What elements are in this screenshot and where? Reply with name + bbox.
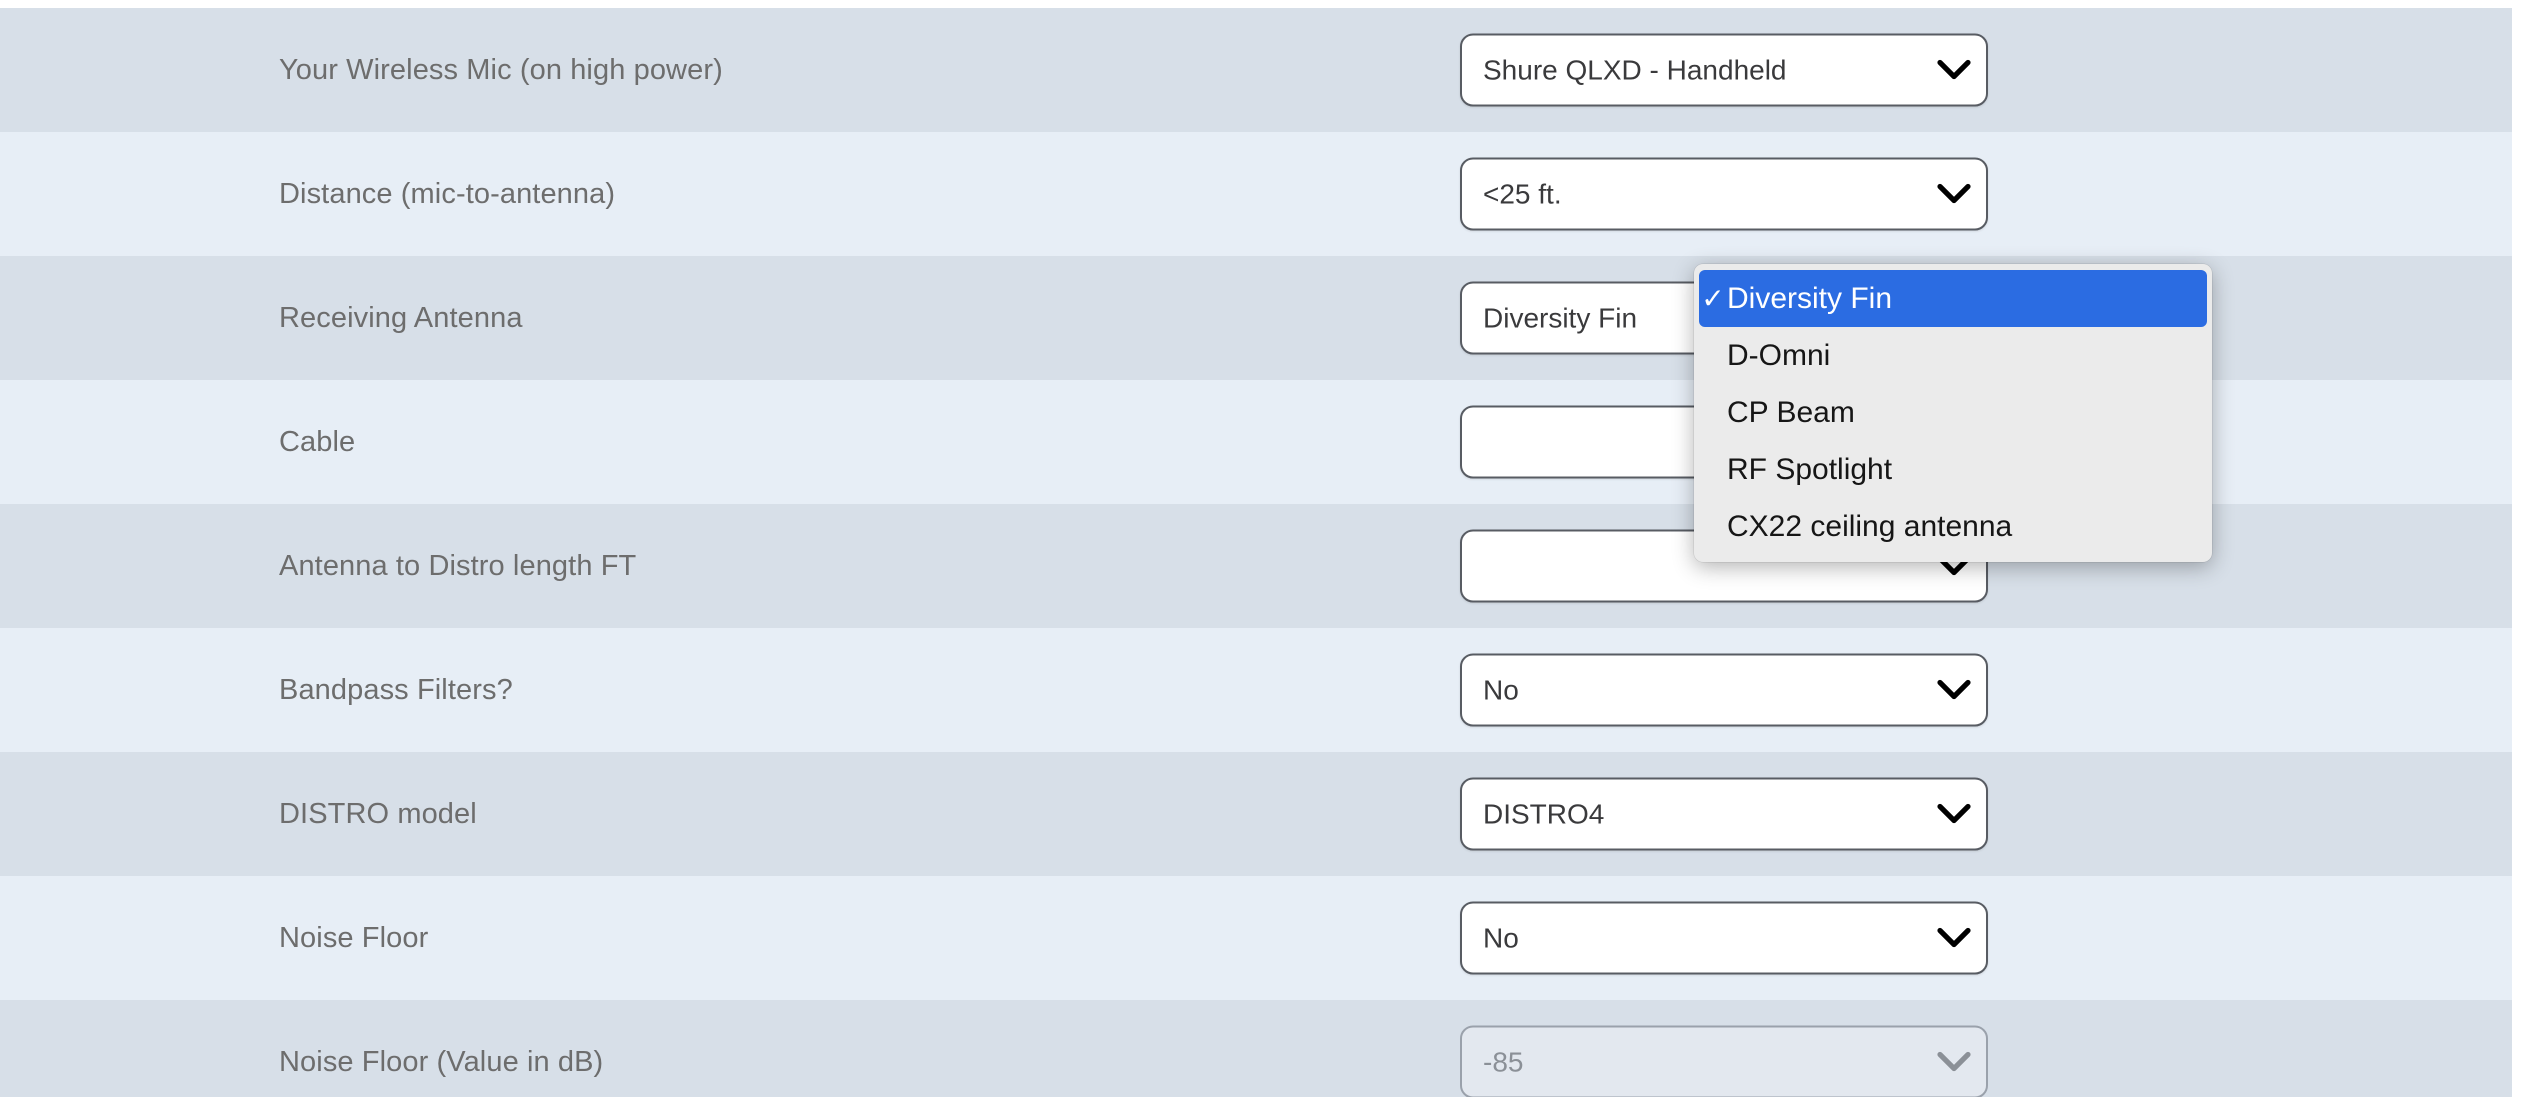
select-distro-model[interactable]: DISTRO4 (1460, 777, 1988, 851)
row-label-bandpass-filters: Bandpass Filters? (279, 673, 513, 706)
select-value-bandpass-filters: No (1483, 674, 1519, 705)
row-control-bandpass-filters: No (1460, 628, 2512, 752)
select-value-wireless-mic: Shure QLXD - Handheld (1483, 54, 1787, 85)
chevron-down-icon (1928, 656, 1986, 725)
row-control-wireless-mic: Shure QLXD - Handheld (1460, 8, 2512, 132)
wireless-calculator-form-page: Your Wireless Mic (on high power) Shure Q… (0, 0, 2548, 1097)
chevron-down-icon (1928, 36, 1986, 105)
row-label-antenna-to-distro-length: Antenna to Distro length FT (279, 549, 637, 582)
chevron-down-icon (1928, 160, 1986, 229)
chevron-down-icon (1928, 1028, 1986, 1097)
row-control-distance-mic-to-antenna: <25 ft. (1460, 132, 2512, 256)
form-row-distro-model: DISTRO model DISTRO4 (0, 752, 2512, 876)
row-label-cable: Cable (279, 425, 356, 458)
select-noise-floor[interactable]: No (1460, 901, 1988, 975)
dropdown-item-label: CP Beam (1727, 395, 1855, 429)
select-distance-mic-to-antenna[interactable]: <25 ft. (1460, 157, 1988, 231)
chevron-down-icon (1928, 904, 1986, 973)
row-control-noise-floor-db: -85 (1460, 1000, 2512, 1097)
select-value-noise-floor-db: -85 (1483, 1046, 1524, 1077)
select-value-distance-mic-to-antenna: <25 ft. (1483, 178, 1562, 209)
form-row-bandpass-filters: Bandpass Filters? No (0, 628, 2512, 752)
dropdown-item[interactable]: ✓CX22 ceiling antenna (1694, 498, 2212, 555)
dropdown-item-label: CX22 ceiling antenna (1727, 509, 2013, 543)
receiving-antenna-dropdown-menu[interactable]: ✓Diversity Fin✓D-Omni✓CP Beam✓RF Spotlig… (1694, 264, 2212, 562)
row-control-noise-floor: No (1460, 876, 2512, 1000)
check-icon: ✓ (1701, 282, 1725, 314)
row-label-receiving-antenna: Receiving Antenna (279, 301, 523, 334)
select-value-noise-floor: No (1483, 922, 1519, 953)
form-row-noise-floor-db: Noise Floor (Value in dB) -85 (0, 1000, 2512, 1097)
chevron-down-icon (1928, 780, 1986, 849)
form-row-distance-mic-to-antenna: Distance (mic-to-antenna) <25 ft. (0, 132, 2512, 256)
row-label-distro-model: DISTRO model (279, 797, 477, 830)
form-row-wireless-mic: Your Wireless Mic (on high power) Shure Q… (0, 8, 2512, 132)
dropdown-item-label: D-Omni (1727, 338, 1831, 372)
row-label-wireless-mic: Your Wireless Mic (on high power) (279, 53, 723, 86)
form-row-noise-floor: Noise Floor No (0, 876, 2512, 1000)
select-bandpass-filters[interactable]: No (1460, 653, 1988, 727)
dropdown-item[interactable]: ✓CP Beam (1694, 384, 2212, 441)
row-label-distance-mic-to-antenna: Distance (mic-to-antenna) (279, 177, 616, 210)
select-noise-floor-db: -85 (1460, 1025, 1988, 1097)
select-wireless-mic[interactable]: Shure QLXD - Handheld (1460, 33, 1988, 107)
dropdown-item[interactable]: ✓RF Spotlight (1694, 441, 2212, 498)
dropdown-item[interactable]: ✓ Diversity Fin (1699, 270, 2207, 327)
row-label-noise-floor-db: Noise Floor (Value in dB) (279, 1045, 604, 1078)
row-label-noise-floor: Noise Floor (279, 921, 429, 954)
dropdown-item[interactable]: ✓D-Omni (1694, 327, 2212, 384)
select-value-distro-model: DISTRO4 (1483, 798, 1605, 829)
dropdown-item-label: RF Spotlight (1727, 452, 1893, 486)
row-control-distro-model: DISTRO4 (1460, 752, 2512, 876)
dropdown-item-label: Diversity Fin (1727, 281, 1893, 315)
